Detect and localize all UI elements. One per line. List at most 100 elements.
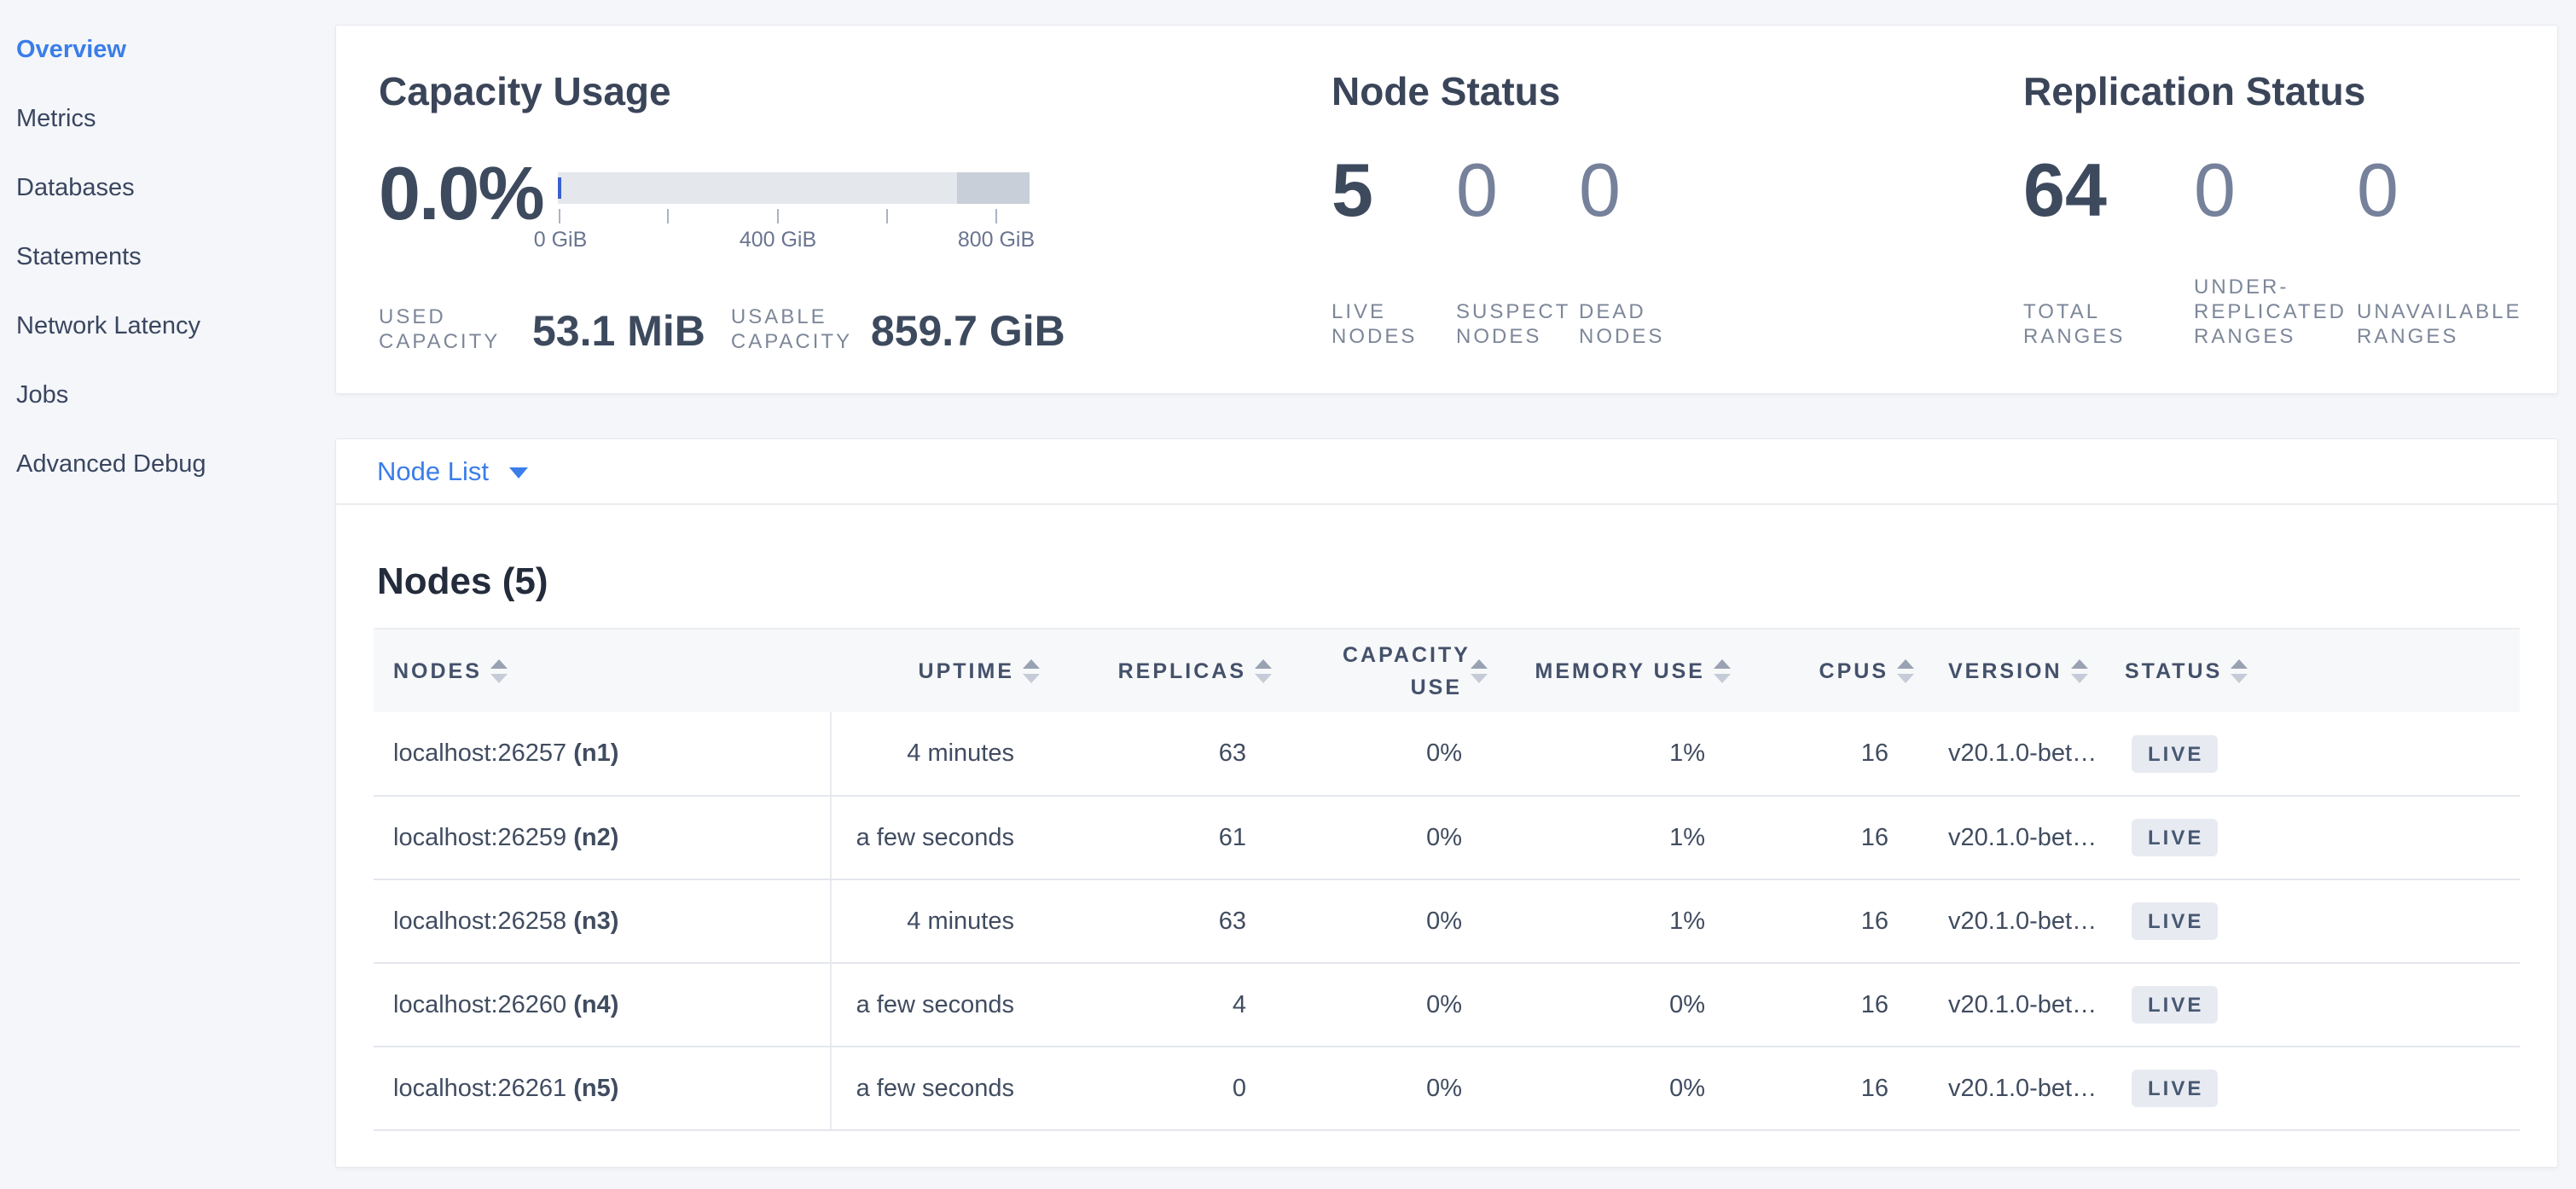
column-header-status[interactable]: Status bbox=[2121, 629, 2520, 712]
node-address: localhost:26257 bbox=[393, 740, 573, 767]
cpus-cell: 16 bbox=[1769, 712, 1944, 796]
node-address-cell[interactable]: localhost:26257 (n1) bbox=[374, 712, 831, 796]
sidebar-item-metrics[interactable]: Metrics bbox=[16, 84, 335, 154]
node-address-cell[interactable]: localhost:26258 (n3) bbox=[374, 879, 831, 963]
node-status-title: Node Status bbox=[1332, 72, 2023, 111]
node-id: (n5) bbox=[573, 1075, 618, 1102]
capacity-percent: 0.0% bbox=[379, 154, 558, 253]
nodes-table-header-row: Nodes Uptime Replicas Capacity Use Memory Us… bbox=[374, 629, 2520, 712]
status-badge: LIVE bbox=[2132, 1070, 2218, 1107]
cpus-cell: 16 bbox=[1769, 796, 1944, 879]
sidebar-item-network-latency[interactable]: Network Latency bbox=[16, 292, 335, 361]
node-list-card: Node List Nodes (5) Nodes Uptime Replicas C… bbox=[335, 438, 2558, 1168]
node-id: (n4) bbox=[573, 991, 618, 1018]
column-header-version[interactable]: Version bbox=[1944, 629, 2121, 712]
main-content: Capacity Usage 0.0% 0 GiB 400 GiB 800 Gi… bbox=[335, 0, 2576, 1189]
sidebar-item-statements[interactable]: Statements bbox=[16, 223, 335, 292]
capacity-bar-other-segment bbox=[957, 172, 1030, 204]
memory-cell: 1% bbox=[1522, 712, 1769, 796]
uptime-cell: a few seconds bbox=[831, 796, 1078, 879]
stat-label: Suspect Nodes bbox=[1456, 299, 1579, 349]
capacity-cell: 0% bbox=[1308, 963, 1522, 1047]
stat-label: Dead Nodes bbox=[1579, 299, 1737, 349]
column-label: Nodes bbox=[393, 655, 482, 687]
node-address: localhost:26258 bbox=[393, 908, 573, 935]
table-row: localhost:26259 (n2)a few seconds610%1%1… bbox=[374, 796, 2520, 879]
column-label: Memory Use bbox=[1535, 655, 1705, 687]
column-header-replicas[interactable]: Replicas bbox=[1078, 629, 1308, 712]
replication-status-panel: Replication Status 64Total Ranges0Under-… bbox=[2023, 72, 2557, 393]
column-header-capacity[interactable]: Capacity Use bbox=[1308, 629, 1522, 712]
column-header-node[interactable]: Nodes bbox=[374, 629, 831, 712]
sort-arrows-icon bbox=[1897, 659, 1914, 683]
node-id: (n1) bbox=[573, 740, 618, 767]
node-address-cell[interactable]: localhost:26261 (n5) bbox=[374, 1047, 831, 1130]
cluster-summary-card: Capacity Usage 0.0% 0 GiB 400 GiB 800 Gi… bbox=[335, 25, 2558, 394]
capacity-usage-title: Capacity Usage bbox=[379, 72, 1332, 111]
replicas-cell: 4 bbox=[1078, 963, 1308, 1047]
node-address-cell[interactable]: localhost:26260 (n4) bbox=[374, 963, 831, 1047]
table-row: localhost:26258 (n3)4 minutes630%1%16v20… bbox=[374, 879, 2520, 963]
column-label: Uptime bbox=[919, 655, 1014, 687]
column-header-memory[interactable]: Memory Use bbox=[1522, 629, 1769, 712]
uptime-cell: 4 minutes bbox=[831, 712, 1078, 796]
sidebar-item-databases[interactable]: Databases bbox=[16, 154, 335, 223]
node-address: localhost:26259 bbox=[393, 824, 573, 851]
stat-under-replicated-ranges: 0Under-Replicated Ranges bbox=[2194, 151, 2357, 349]
replicas-cell: 61 bbox=[1078, 796, 1308, 879]
cpus-cell: 16 bbox=[1769, 963, 1944, 1047]
status-badge: LIVE bbox=[2132, 986, 2218, 1024]
capacity-cell: 0% bbox=[1308, 796, 1522, 879]
stat-total-ranges: 64Total Ranges bbox=[2023, 151, 2194, 349]
node-list-dropdown[interactable]: Node List bbox=[377, 456, 528, 487]
used-capacity-value: 53.1 MiB bbox=[532, 310, 705, 352]
capacity-axis-labels: 0 GiB 400 GiB 800 GiB bbox=[558, 228, 1030, 253]
node-address-cell[interactable]: localhost:26259 (n2) bbox=[374, 796, 831, 879]
chevron-down-icon bbox=[509, 467, 528, 478]
node-list-body: Nodes (5) Nodes Uptime Replicas Capacity Us… bbox=[336, 561, 2557, 1131]
column-header-cpus[interactable]: CPUs bbox=[1769, 629, 1944, 712]
axis-label-0: 0 GiB bbox=[534, 228, 588, 252]
axis-label-400: 400 GiB bbox=[740, 228, 816, 252]
capacity-cell: 0% bbox=[1308, 1047, 1522, 1130]
column-header-uptime[interactable]: Uptime bbox=[831, 629, 1078, 712]
sidebar-item-advanced-debug[interactable]: Advanced Debug bbox=[16, 430, 335, 499]
column-label: Capacity Use bbox=[1343, 639, 1462, 704]
uptime-cell: a few seconds bbox=[831, 963, 1078, 1047]
stat-suspect-nodes: 0Suspect Nodes bbox=[1456, 151, 1579, 349]
sort-arrows-icon bbox=[490, 659, 508, 683]
version-cell: v20.1.0-bet… bbox=[1944, 712, 2121, 796]
stat-value: 0 bbox=[2194, 151, 2357, 229]
status-badge: LIVE bbox=[2132, 819, 2218, 856]
stat-dead-nodes: 0Dead Nodes bbox=[1579, 151, 1737, 349]
axis-label-800: 800 GiB bbox=[958, 228, 1035, 252]
status-cell: LIVE bbox=[2121, 1047, 2520, 1130]
sort-arrows-icon bbox=[1471, 659, 1488, 683]
capacity-axis-ticks bbox=[558, 209, 1030, 223]
sort-arrows-icon bbox=[1023, 659, 1040, 683]
sidebar: OverviewMetricsDatabasesStatementsNetwor… bbox=[0, 0, 335, 1189]
capacity-bar bbox=[558, 172, 1030, 204]
sidebar-item-overview[interactable]: Overview bbox=[16, 15, 335, 84]
sidebar-item-jobs[interactable]: Jobs bbox=[16, 361, 335, 430]
node-list-dropdown-label: Node List bbox=[377, 456, 489, 487]
sort-arrows-icon bbox=[2071, 659, 2088, 683]
replicas-cell: 0 bbox=[1078, 1047, 1308, 1130]
sort-arrows-icon bbox=[2231, 659, 2248, 683]
sort-arrows-icon bbox=[1255, 659, 1272, 683]
replicas-cell: 63 bbox=[1078, 879, 1308, 963]
stat-label: Live Nodes bbox=[1332, 299, 1456, 349]
capacity-bar-chart: 0 GiB 400 GiB 800 GiB bbox=[558, 172, 1030, 253]
nodes-count-heading: Nodes (5) bbox=[377, 561, 2520, 602]
node-id: (n2) bbox=[573, 824, 618, 851]
usable-capacity-value: 859.7 GiB bbox=[871, 310, 1065, 352]
stat-value: 0 bbox=[2357, 151, 2515, 229]
sort-arrows-icon bbox=[1714, 659, 1731, 683]
column-label: Status bbox=[2125, 655, 2222, 687]
capacity-cell: 0% bbox=[1308, 879, 1522, 963]
used-capacity-label: Used Capacity bbox=[379, 304, 522, 354]
node-address: localhost:26260 bbox=[393, 991, 573, 1018]
cluster-overview-page: OverviewMetricsDatabasesStatementsNetwor… bbox=[0, 0, 2576, 1189]
version-cell: v20.1.0-bet… bbox=[1944, 796, 2121, 879]
node-status-panel: Node Status 5Live Nodes0Suspect Nodes0De… bbox=[1332, 72, 2023, 393]
